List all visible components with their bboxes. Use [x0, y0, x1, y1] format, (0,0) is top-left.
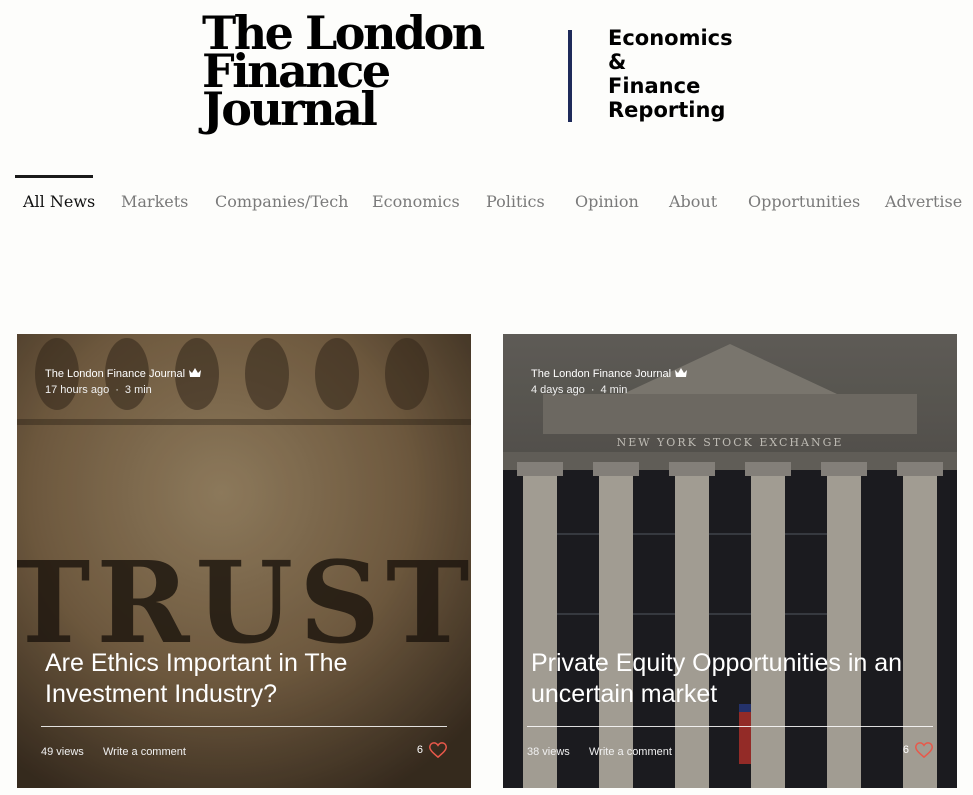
write-comment-link[interactable]: Write a comment: [589, 746, 672, 758]
nav-item-advertise[interactable]: Advertise: [885, 175, 962, 215]
tagline-line-4: Reporting: [608, 98, 726, 122]
tagline-line-3: Finance: [608, 74, 701, 98]
like-button[interactable]: 6: [903, 742, 933, 758]
crown-icon: [189, 368, 202, 380]
post-read-time: 4 min: [600, 384, 628, 396]
post-views: 49 views: [41, 746, 84, 758]
crown-icon: [675, 368, 688, 380]
post-author[interactable]: The London Finance Journal: [45, 368, 202, 380]
post-card[interactable]: TRUST The London Finance Journal 17 hour…: [17, 334, 471, 788]
post-meta: 17 hours ago · 3 min: [45, 384, 152, 396]
site-logo[interactable]: The London Finance Journal: [202, 10, 485, 136]
nav-item-opinion[interactable]: Opinion: [575, 175, 639, 215]
tagline-line-2: &: [608, 50, 627, 74]
post-title[interactable]: Are Ethics Important in The Investment I…: [45, 648, 445, 710]
heart-icon: [915, 742, 933, 758]
post-read-time: 3 min: [124, 384, 152, 396]
nav-item-all-news[interactable]: All News: [23, 175, 95, 215]
tagline-line-1: Economics: [608, 26, 733, 50]
write-comment-link[interactable]: Write a comment: [103, 746, 186, 758]
like-count: 6: [416, 744, 423, 756]
nav-item-about[interactable]: About: [669, 175, 717, 215]
author-name: The London Finance Journal: [531, 368, 672, 380]
nav-item-companies-tech[interactable]: Companies/Tech: [215, 175, 348, 215]
nav-item-economics[interactable]: Economics: [372, 175, 460, 215]
card-divider: [41, 726, 447, 727]
nav-item-politics[interactable]: Politics: [486, 175, 545, 215]
post-title[interactable]: Private Equity Opportunities in an uncer…: [531, 648, 931, 710]
post-author[interactable]: The London Finance Journal: [531, 368, 688, 380]
post-time: 4 days ago: [531, 384, 585, 396]
like-button[interactable]: 6: [417, 742, 447, 758]
post-cover-image: NEW YORK STOCK EXCHANGE: [503, 334, 957, 788]
post-card[interactable]: NEW YORK STOCK EXCHANGE The London Finan…: [503, 334, 957, 788]
post-meta: 4 days ago · 4 min: [531, 384, 628, 396]
post-time: 17 hours ago: [45, 384, 110, 396]
card-divider: [527, 726, 933, 727]
site-tagline: Economics & Finance Reporting: [608, 26, 733, 122]
post-cover-image: TRUST: [17, 334, 471, 788]
post-views: 38 views: [527, 746, 570, 758]
logo-line-3: Journal: [202, 82, 378, 136]
main-nav: All News Markets Companies/Tech Economic…: [15, 175, 973, 215]
header-divider: [568, 30, 572, 122]
heart-icon: [429, 742, 447, 758]
author-name: The London Finance Journal: [45, 368, 186, 380]
nav-item-opportunities[interactable]: Opportunities: [748, 175, 860, 215]
nav-item-markets[interactable]: Markets: [121, 175, 188, 215]
like-count: 6: [902, 744, 909, 756]
